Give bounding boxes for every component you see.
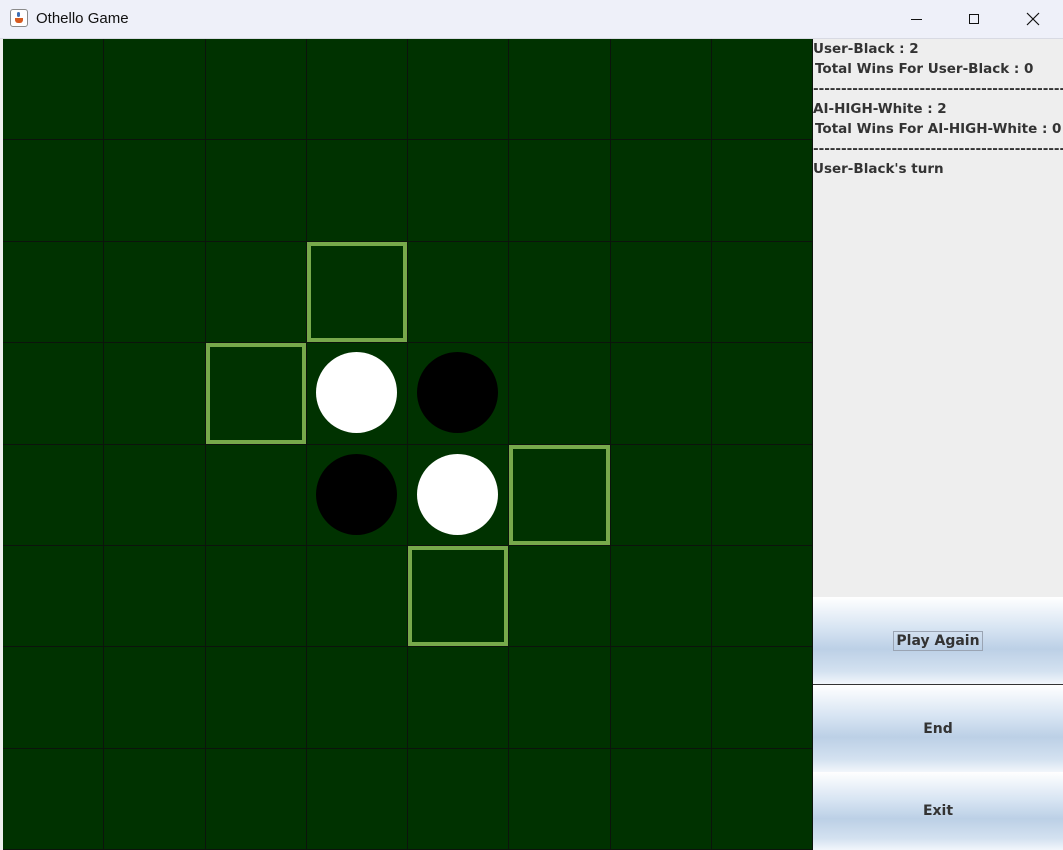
board-cell[interactable] <box>306 39 409 141</box>
black-disc <box>417 352 499 434</box>
maximize-icon <box>969 14 979 24</box>
board-cell[interactable] <box>104 545 206 648</box>
turn-indicator: User-Black's turn <box>813 161 944 177</box>
othello-board <box>3 39 814 850</box>
board-cell[interactable] <box>408 444 510 546</box>
board-cell[interactable] <box>205 140 307 242</box>
board-cell[interactable] <box>3 39 105 141</box>
java-app-icon <box>10 9 28 27</box>
exit-label: Exit <box>922 803 954 819</box>
board-cell[interactable] <box>509 140 611 242</box>
board-cell[interactable] <box>712 140 814 242</box>
board-cell[interactable] <box>306 647 409 749</box>
board-cell[interactable] <box>3 647 105 749</box>
board-cell[interactable] <box>205 39 307 141</box>
board-cell[interactable] <box>408 39 510 141</box>
board-cell[interactable] <box>509 39 611 141</box>
board-cell[interactable] <box>408 748 510 850</box>
board-cell[interactable] <box>712 343 814 445</box>
board-cell[interactable] <box>104 140 206 242</box>
board-cell[interactable] <box>712 39 814 141</box>
white-wins: Total Wins For AI-HIGH-White : 0 <box>815 121 1062 137</box>
board-cell[interactable] <box>610 343 713 445</box>
board-cell[interactable] <box>712 545 814 648</box>
board-cell[interactable] <box>610 647 713 749</box>
end-label: End <box>923 720 953 737</box>
board-cell[interactable] <box>205 647 307 749</box>
board-cell[interactable] <box>205 748 307 850</box>
board-cell[interactable] <box>408 241 510 344</box>
board-cell[interactable] <box>509 748 611 850</box>
board-cell[interactable] <box>306 343 409 445</box>
board-cell[interactable] <box>306 748 409 850</box>
board-cell[interactable] <box>712 444 814 546</box>
close-icon <box>1026 12 1040 26</box>
window-title: Othello Game <box>36 10 129 27</box>
board-cell[interactable] <box>610 241 713 344</box>
separator: ----------------------------------------… <box>813 141 1063 157</box>
board-cell[interactable] <box>3 241 105 344</box>
board-cell[interactable] <box>104 748 206 850</box>
board-cell[interactable] <box>104 39 206 141</box>
board-cell[interactable] <box>408 343 510 445</box>
board-cell[interactable] <box>306 140 409 242</box>
board-cell[interactable] <box>610 140 713 242</box>
board-cell[interactable] <box>408 647 510 749</box>
end-button[interactable]: End <box>813 685 1063 772</box>
board-cell[interactable] <box>3 748 105 850</box>
board-cell[interactable] <box>306 444 409 546</box>
status-panel: User-Black : 2 Total Wins For User-Black… <box>813 39 1063 597</box>
board-cell[interactable] <box>3 343 105 445</box>
board-cell[interactable] <box>205 444 307 546</box>
play-again-button[interactable]: Play Again <box>813 597 1063 685</box>
maximize-button[interactable] <box>945 0 1003 38</box>
valid-move-cell[interactable] <box>306 241 409 344</box>
minimize-button[interactable] <box>887 0 945 38</box>
white-disc <box>417 453 499 535</box>
exit-button[interactable]: Exit <box>813 772 1063 850</box>
black-disc <box>315 453 397 535</box>
board-cell[interactable] <box>712 748 814 850</box>
close-button[interactable] <box>1004 0 1062 38</box>
board-cell[interactable] <box>104 444 206 546</box>
play-again-label: Play Again <box>893 630 983 651</box>
title-bar: Othello Game <box>0 0 1063 39</box>
valid-move-cell[interactable] <box>205 343 307 445</box>
board-cell[interactable] <box>610 444 713 546</box>
board-cell[interactable] <box>104 343 206 445</box>
separator: ----------------------------------------… <box>813 81 1063 97</box>
board-cell[interactable] <box>509 241 611 344</box>
white-score: AI-HIGH-White : 2 <box>813 101 947 117</box>
board-cell[interactable] <box>712 647 814 749</box>
board-cell[interactable] <box>3 545 105 648</box>
board-cell[interactable] <box>104 241 206 344</box>
board-cell[interactable] <box>104 647 206 749</box>
board-cell[interactable] <box>509 647 611 749</box>
board-cell[interactable] <box>610 748 713 850</box>
valid-move-cell[interactable] <box>408 545 510 648</box>
board-cell[interactable] <box>509 343 611 445</box>
black-wins: Total Wins For User-Black : 0 <box>815 61 1034 77</box>
board-cell[interactable] <box>205 241 307 344</box>
board-cell[interactable] <box>509 545 611 648</box>
board-cell[interactable] <box>306 545 409 648</box>
board-cell[interactable] <box>408 140 510 242</box>
white-disc <box>315 352 397 434</box>
board-cell[interactable] <box>610 39 713 141</box>
board-cell[interactable] <box>3 444 105 546</box>
board-cell[interactable] <box>610 545 713 648</box>
board-cell[interactable] <box>712 241 814 344</box>
valid-move-cell[interactable] <box>509 444 611 546</box>
minimize-icon <box>910 18 922 20</box>
board-cell[interactable] <box>205 545 307 648</box>
board-cell[interactable] <box>3 140 105 242</box>
black-score: User-Black : 2 <box>813 41 919 57</box>
